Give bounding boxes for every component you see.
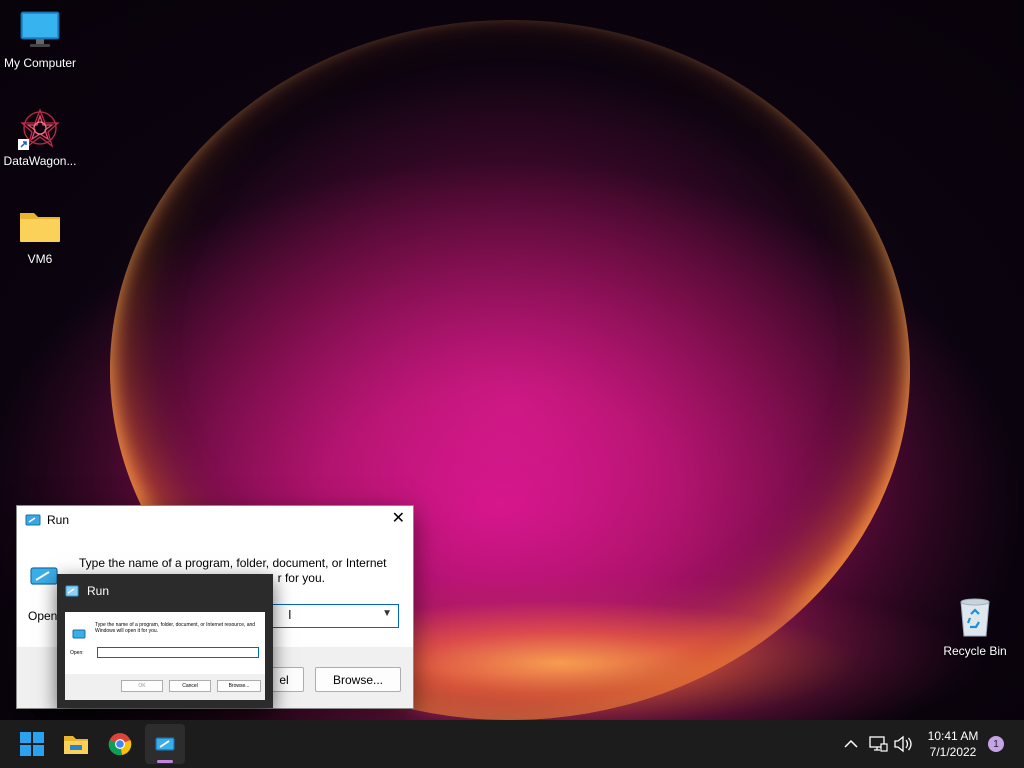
recycle-bin-icon — [953, 596, 997, 640]
active-indicator — [157, 760, 173, 763]
desktop: My Computer DataWagon... VM6 Recycle Bin… — [0, 0, 1024, 720]
chrome-icon — [108, 732, 132, 756]
start-button[interactable] — [12, 724, 52, 764]
file-explorer-icon — [63, 733, 89, 755]
network-icon — [868, 735, 888, 753]
monitor-icon — [18, 8, 62, 52]
preview-open-input — [97, 647, 259, 658]
text-cursor-icon: I — [288, 607, 292, 622]
notification-badge[interactable]: 1 — [988, 736, 1004, 752]
preview-open-label: Open: — [70, 650, 84, 656]
clock-time: 10:41 AM — [927, 729, 979, 743]
datawagon-app-icon — [18, 106, 62, 150]
browse-button[interactable]: Browse... — [315, 667, 401, 692]
show-hidden-icons-button[interactable] — [842, 732, 860, 756]
file-explorer-button[interactable] — [56, 724, 96, 764]
taskbar: 10:41 AM 7/1/2022 — [0, 720, 1024, 768]
preview-thumbnail[interactable]: Type the name of a program, folder, docu… — [65, 612, 265, 700]
volume-button[interactable] — [893, 732, 913, 756]
desktop-icon-datawagon[interactable]: DataWagon... — [0, 106, 80, 168]
run-app-icon — [25, 513, 41, 527]
run-app-icon — [72, 626, 86, 644]
volume-icon — [893, 735, 913, 753]
desktop-icon-label: My Computer — [3, 56, 77, 70]
preview-cancel-button: Cancel — [169, 680, 211, 692]
desktop-icon-vm6[interactable]: VM6 — [0, 204, 80, 266]
desktop-icon-recycle-bin[interactable]: Recycle Bin — [935, 596, 1015, 658]
run-app-icon — [65, 585, 79, 597]
run-titlebar[interactable]: Run ✕ — [17, 506, 413, 534]
desktop-icon-label: DataWagon... — [3, 154, 77, 168]
run-large-icon — [29, 564, 59, 591]
taskbar-preview[interactable]: Run Type the name of a program, folder, … — [57, 574, 273, 708]
clock-date: 7/1/2022 — [929, 745, 977, 759]
close-icon[interactable]: ✕ — [392, 511, 405, 527]
chrome-button[interactable] — [100, 724, 140, 764]
network-button[interactable] — [868, 732, 888, 756]
preview-title: Run — [65, 584, 109, 598]
desktop-icon-my-computer[interactable]: My Computer — [0, 8, 80, 70]
chevron-up-icon — [844, 739, 858, 749]
run-app-icon — [154, 735, 176, 753]
run-title: Run — [47, 513, 70, 527]
preview-description: Type the name of a program, folder, docu… — [95, 622, 256, 634]
preview-ok-button: OK — [121, 680, 163, 692]
chevron-down-icon[interactable]: ▼ — [382, 608, 392, 619]
open-label: Open — [28, 609, 58, 623]
start-icon — [20, 732, 44, 756]
preview-browse-button: Browse... — [217, 680, 261, 692]
clock[interactable]: 10:41 AM 7/1/2022 — [922, 728, 984, 760]
desktop-icon-label: Recycle Bin — [943, 644, 1007, 658]
desktop-icon-label: VM6 — [27, 252, 53, 266]
folder-icon — [18, 204, 62, 248]
run-taskbar-button[interactable] — [145, 724, 185, 764]
